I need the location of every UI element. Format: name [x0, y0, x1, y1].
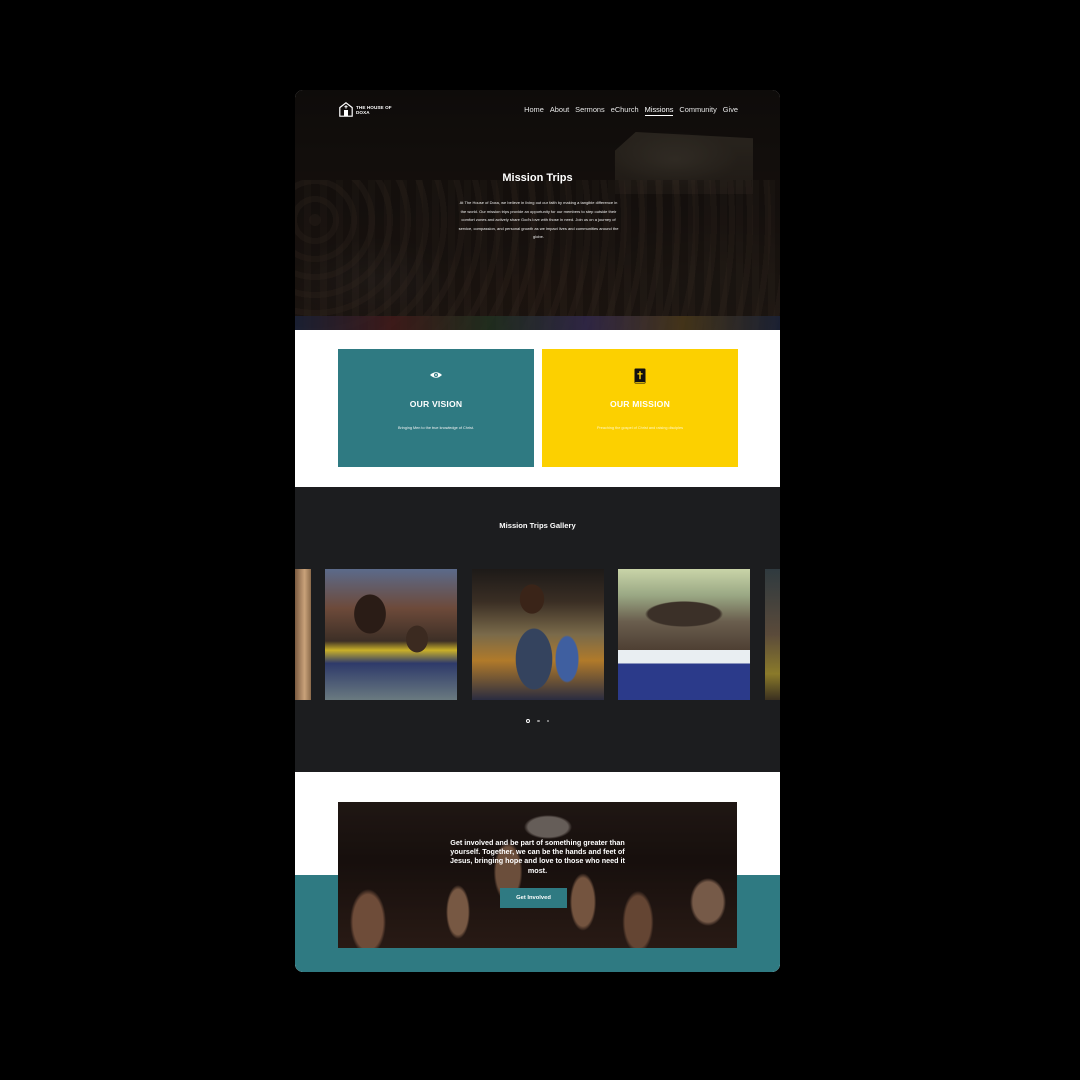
- nav-link-home[interactable]: Home: [524, 105, 544, 116]
- gallery-dot-1[interactable]: [526, 719, 530, 723]
- hero-description: At The House of Doxa, we believe in livi…: [458, 200, 619, 240]
- gallery-section: Mission Trips Gallery: [295, 487, 780, 772]
- nav-links: Home About Sermons eChurch Missions Comm…: [524, 105, 738, 116]
- nav-link-about[interactable]: About: [550, 105, 569, 116]
- nav-link-sermons[interactable]: Sermons: [575, 105, 605, 116]
- hero-section: THE HOUSE OF DOXA Home About Sermons eCh…: [295, 90, 780, 330]
- vision-text: Bringing Men to the true knowledge of Ch…: [398, 426, 474, 430]
- nav-link-echurch[interactable]: eChurch: [611, 105, 639, 116]
- page-title: Mission Trips: [502, 172, 573, 184]
- gallery-pagination: [295, 719, 780, 723]
- nav-link-community[interactable]: Community: [679, 105, 716, 116]
- mission-text: Preaching the gospel of Christ and raisi…: [596, 426, 684, 430]
- mission-title: OUR MISSION: [610, 399, 670, 409]
- cta-overlay: [338, 802, 737, 948]
- gallery-title: Mission Trips Gallery: [499, 521, 576, 530]
- mission-card: OUR MISSION Preaching the gospel of Chri…: [542, 349, 738, 467]
- bible-icon: [634, 368, 646, 384]
- vision-mission-section: OUR VISION Bringing Men to the true know…: [295, 330, 780, 487]
- get-involved-button[interactable]: Get Involved: [500, 888, 567, 908]
- nav-link-missions[interactable]: Missions: [644, 105, 674, 116]
- vision-card: OUR VISION Bringing Men to the true know…: [338, 349, 534, 467]
- gallery-dot-2[interactable]: [537, 719, 540, 723]
- cta-banner: Get involved and be part of something gr…: [338, 802, 737, 948]
- gallery-photo-dining-hall[interactable]: [618, 569, 750, 700]
- house-logo-icon: [339, 102, 353, 117]
- gallery-photo-pastor-praying[interactable]: [472, 569, 604, 700]
- get-involved-section: Get involved and be part of something gr…: [295, 772, 780, 972]
- vision-title: OUR VISION: [409, 399, 463, 409]
- cta-text: Get involved and be part of something gr…: [450, 838, 625, 875]
- site-logo[interactable]: THE HOUSE OF DOXA: [339, 102, 402, 117]
- gallery-dot-3[interactable]: [546, 719, 549, 723]
- gallery-photo-partial-right[interactable]: [765, 569, 780, 700]
- gallery-photo-woman-praying[interactable]: [325, 569, 457, 700]
- nav-link-give[interactable]: Give: [723, 105, 738, 116]
- logo-text: THE HOUSE OF DOXA: [356, 104, 392, 115]
- eye-icon: [430, 372, 442, 378]
- gallery-photo-partial-left[interactable]: [295, 569, 311, 700]
- top-navigation: THE HOUSE OF DOXA Home About Sermons eCh…: [295, 102, 780, 122]
- website-page: THE HOUSE OF DOXA Home About Sermons eCh…: [295, 90, 780, 972]
